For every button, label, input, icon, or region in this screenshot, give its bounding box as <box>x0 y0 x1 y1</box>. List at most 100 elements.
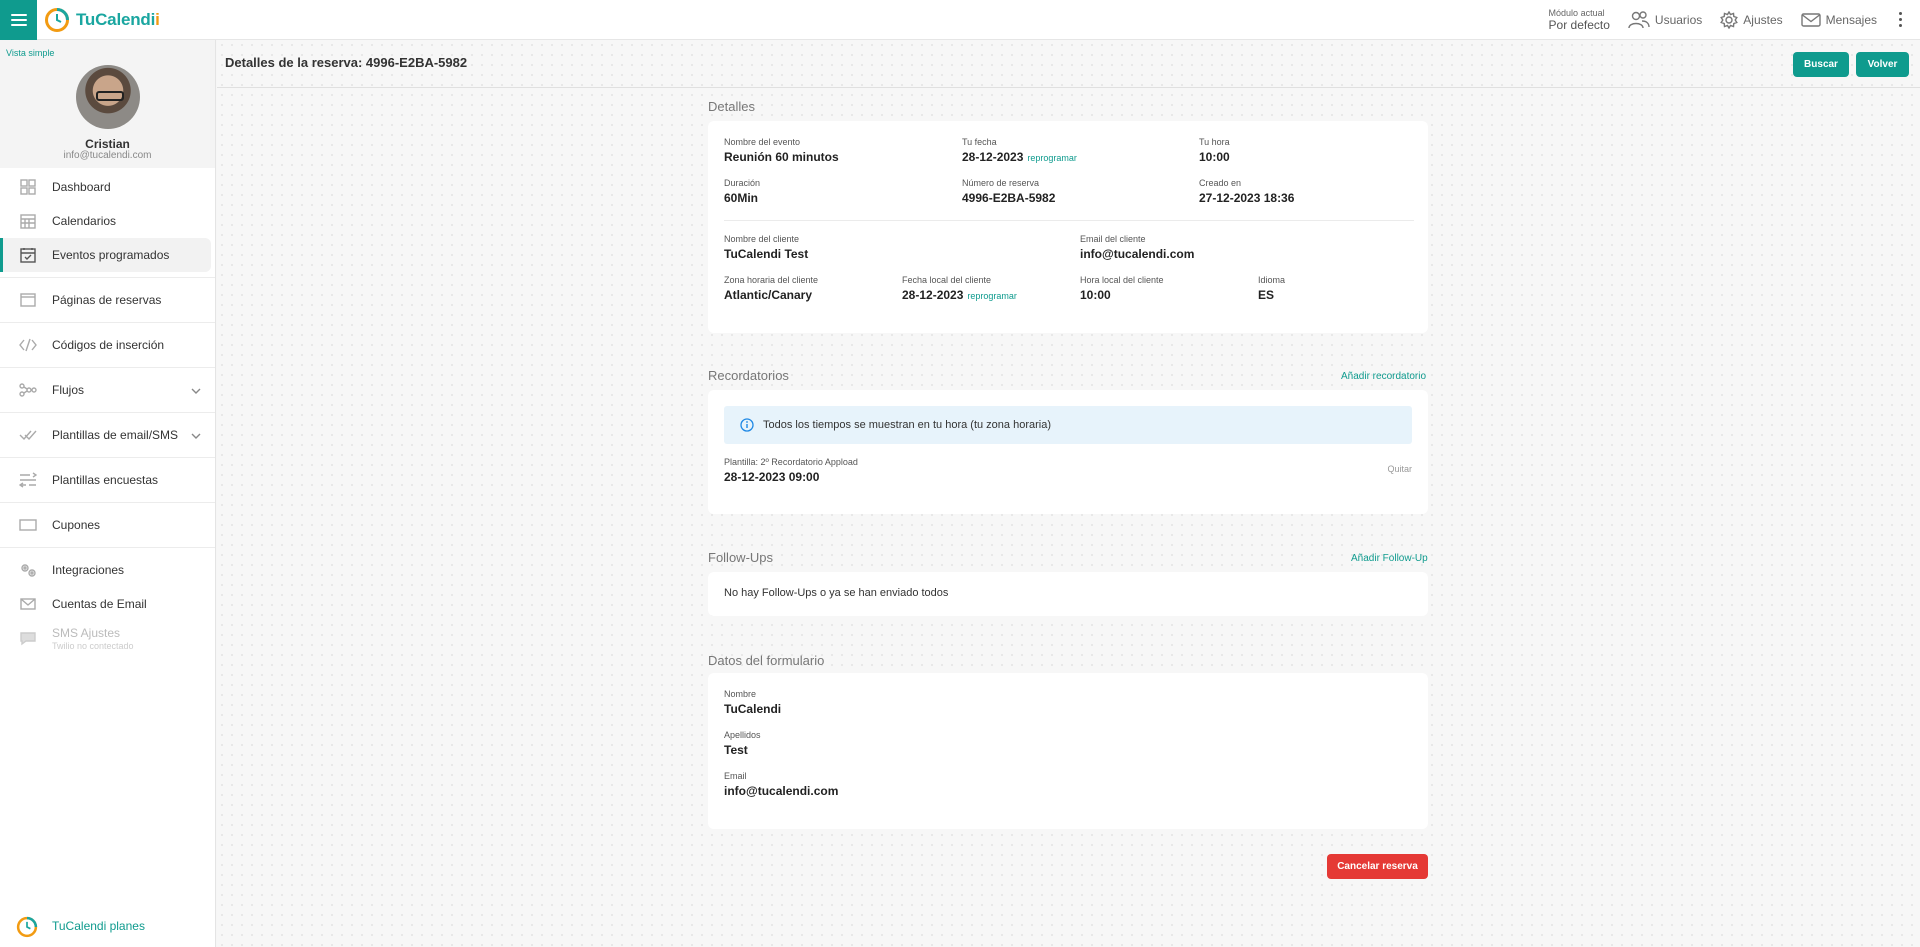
settings-link[interactable]: Ajustes <box>1720 10 1783 29</box>
details-divider <box>724 220 1414 221</box>
form-surname-field: Apellidos Test <box>724 730 761 757</box>
sidebar-divider <box>0 547 215 548</box>
users-link[interactable]: Usuarios <box>1628 10 1702 29</box>
sidebar-item-calendars[interactable]: Calendarios <box>0 204 215 238</box>
field-label: Email <box>724 771 747 781</box>
sidebar-item-label: Flujos <box>52 383 85 397</box>
sidebar-item-sms-settings[interactable]: SMS Ajustes Twilio no contectado <box>0 621 215 655</box>
field-value-row: 28-12-2023 reprogramar <box>962 150 1077 164</box>
brand-i: i <box>155 9 160 29</box>
sidebar-item-scheduled-events[interactable]: Eventos programados <box>0 238 211 272</box>
messages-link[interactable]: Mensajes <box>1800 12 1877 28</box>
remove-reminder-link[interactable]: Quitar <box>1387 464 1412 474</box>
sidebar-item-survey-templates[interactable]: Plantillas encuestas <box>0 463 215 497</box>
field-value: Reunión 60 minutos <box>724 150 839 164</box>
sidebar-item-integrations[interactable]: Integraciones <box>0 553 215 587</box>
module-label: Módulo actual <box>1548 7 1605 18</box>
sidebar-item-label: Páginas de reservas <box>52 293 162 307</box>
field-value: 60Min <box>724 191 759 205</box>
field-label: Nombre del evento <box>724 137 801 147</box>
info-text: Todos los tiempos se muestran en tu hora… <box>763 419 1051 431</box>
sidebar-item-label: Calendarios <box>52 214 117 228</box>
field-value: 28-12-2023 09:00 <box>724 470 820 484</box>
add-reminder-link[interactable]: Añadir recordatorio <box>1341 371 1426 382</box>
sidebar-item-email-accounts[interactable]: Cuentas de Email <box>0 587 215 621</box>
field-value: 28-12-2023 <box>902 288 964 302</box>
chevron-down-icon[interactable] <box>191 383 201 397</box>
reschedule-link[interactable]: reprogramar <box>967 291 1017 301</box>
client-email-field: Email del cliente info@tucalendi.com <box>1080 234 1194 261</box>
avatar[interactable] <box>76 65 140 129</box>
tucalendi-logo-icon <box>16 916 38 938</box>
hamburger-icon-bar <box>10 23 27 26</box>
field-label: Plantilla: 2º Recordatorio Appload <box>724 457 858 467</box>
field-label: Email del cliente <box>1080 234 1146 244</box>
sidebar-item-booking-pages[interactable]: Páginas de reservas <box>0 283 215 317</box>
chevron-down-icon[interactable] <box>191 428 201 442</box>
sidebar-item-flows[interactable]: Flujos <box>0 373 215 407</box>
your-time-field: Tu hora 10:00 <box>1199 137 1230 164</box>
brand-logo[interactable]: TuCalendii <box>44 7 160 33</box>
sidebar-item-label: Eventos programados <box>52 248 170 262</box>
field-value: TuCalendi Test <box>724 247 809 261</box>
search-button[interactable]: Buscar <box>1793 52 1849 77</box>
sidebar-item-label: Plantillas de email/SMS <box>52 428 179 442</box>
simple-view-link[interactable]: Vista simple <box>6 48 54 58</box>
current-module[interactable]: Módulo actual Por defecto <box>1548 7 1610 31</box>
page-header: Detalles de la reserva: 4996-E2BA-5982 B… <box>217 40 1920 88</box>
browser-window-icon <box>19 291 37 309</box>
more-options-icon[interactable] <box>1895 12 1906 27</box>
sidebar-item-label: Integraciones <box>52 563 125 577</box>
plans-link[interactable]: TuCalendi planes <box>0 905 215 947</box>
reminder-item: Plantilla: 2º Recordatorio Appload 28-12… <box>724 457 858 484</box>
followups-card: No hay Follow-Ups o ya se han enviado to… <box>708 572 1428 616</box>
dashboard-icon <box>19 178 37 196</box>
no-followups-text: No hay Follow-Ups o ya se han enviado to… <box>724 587 949 599</box>
hamburger-icon-bar <box>10 13 27 16</box>
topbar-right: Módulo actual Por defecto Usuarios Ajust… <box>1548 7 1920 31</box>
field-value: 27-12-2023 18:36 <box>1199 191 1295 205</box>
calendar-grid-icon <box>19 212 37 230</box>
field-label: Fecha local del cliente <box>902 275 992 285</box>
field-value: info@tucalendi.com <box>1080 247 1195 261</box>
sidebar-item-label: Plantillas encuestas <box>52 473 159 487</box>
field-label: Número de reserva <box>962 178 1040 188</box>
sidebar-divider <box>0 322 215 323</box>
sidebar-item-embed-codes[interactable]: Códigos de inserción <box>0 328 215 362</box>
sidebar-item-coupons[interactable]: Cupones <box>0 508 215 542</box>
sidebar-item-label: Cupones <box>52 518 101 532</box>
cancel-booking-button[interactable]: Cancelar reserva <box>1327 854 1428 879</box>
field-value: info@tucalendi.com <box>724 784 839 798</box>
main-content: Detalles de la reserva: 4996-E2BA-5982 B… <box>217 40 1920 947</box>
form-data-card: Nombre TuCalendi Apellidos Test Email in… <box>708 673 1428 829</box>
field-label: Apellidos <box>724 730 761 740</box>
field-label: Tu fecha <box>962 137 997 147</box>
sidebar-item-sublabel: Twilio no contectado <box>52 640 134 651</box>
double-check-icon <box>19 426 37 444</box>
language-field: Idioma ES <box>1258 275 1285 302</box>
field-label: Hora local del cliente <box>1080 275 1164 285</box>
sidebar-divider <box>0 277 215 278</box>
duration-field: Duración 60Min <box>724 178 760 205</box>
calendar-check-icon <box>19 246 37 264</box>
sidebar-item-dashboard[interactable]: Dashboard <box>0 170 215 204</box>
sidebar-divider <box>0 457 215 458</box>
menu-toggle-button[interactable] <box>0 0 37 40</box>
info-icon <box>740 418 754 432</box>
messages-label: Mensajes <box>1825 12 1877 27</box>
your-date-field: Tu fecha 28-12-2023 reprogramar <box>962 137 1077 164</box>
created-field: Creado en 27-12-2023 18:36 <box>1199 178 1294 205</box>
field-label: Creado en <box>1199 178 1242 188</box>
client-timezone-field: Zona horaria del cliente Atlantic/Canary <box>724 275 818 302</box>
field-value: 10:00 <box>1199 150 1230 164</box>
back-button[interactable]: Volver <box>1856 52 1909 77</box>
add-followup-link[interactable]: Añadir Follow-Up <box>1351 553 1428 564</box>
hamburger-icon-bar <box>10 18 27 21</box>
sidebar-item-email-sms-templates[interactable]: Plantillas de email/SMS <box>0 418 215 452</box>
field-value: Atlantic/Canary <box>724 288 813 302</box>
reschedule-link[interactable]: reprogramar <box>1027 153 1077 163</box>
chat-bubble-icon <box>19 629 37 647</box>
tucalendi-logo-icon <box>45 7 69 32</box>
field-value: 28-12-2023 <box>962 150 1024 164</box>
field-label: Zona horaria del cliente <box>724 275 819 285</box>
